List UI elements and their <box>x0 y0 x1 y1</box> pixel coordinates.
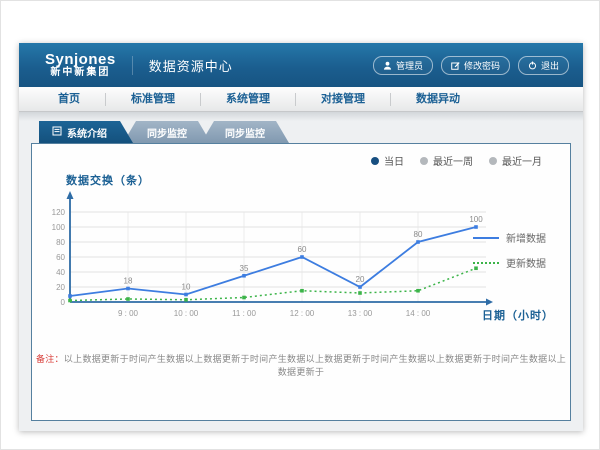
svg-text:20: 20 <box>356 275 365 284</box>
radio-unselected-icon <box>489 157 497 165</box>
svg-text:80: 80 <box>414 230 423 239</box>
legend-item-updated-data[interactable]: 更新数据 <box>473 255 546 270</box>
svg-text:100: 100 <box>52 223 66 232</box>
svg-text:11 : 00: 11 : 00 <box>232 309 256 318</box>
tab-sync-monitor-2[interactable]: 同步监控 <box>201 121 289 143</box>
dotted-line-icon <box>473 262 499 264</box>
legend-item-new-data[interactable]: 新增数据 <box>473 230 546 245</box>
chart-panel: 当日 最近一周 最近一月 数据交换（条） 0 20 40 60 80 100 120 9 : … <box>31 143 571 421</box>
tab-system-intro[interactable]: 系统介绍 <box>39 121 133 143</box>
radio-selected-icon <box>371 157 379 165</box>
logo: Synjones 新中新集团 <box>45 52 116 78</box>
admin-user-label: 管理员 <box>396 59 423 72</box>
admin-user-button[interactable]: 管理员 <box>373 56 433 75</box>
filter-label: 最近一月 <box>502 153 542 168</box>
logo-brand-text: Synjones <box>45 52 116 68</box>
svg-text:100: 100 <box>469 215 483 224</box>
edit-icon <box>451 61 460 70</box>
svg-text:60: 60 <box>298 245 307 254</box>
svg-text:120: 120 <box>52 208 66 217</box>
document-icon <box>52 126 62 139</box>
period-filter-group: 当日 最近一周 最近一月 <box>371 153 542 168</box>
svg-text:20: 20 <box>56 283 65 292</box>
tab-sync-monitor-1[interactable]: 同步监控 <box>123 121 211 143</box>
change-password-button[interactable]: 修改密码 <box>441 56 510 75</box>
x-axis-title: 日期（小时） <box>482 307 554 323</box>
nav-item-interface-mgmt[interactable]: 对接管理 <box>295 93 390 106</box>
svg-text:60: 60 <box>56 253 65 262</box>
legend-label: 新增数据 <box>506 230 546 245</box>
nav-item-home[interactable]: 首页 <box>33 93 105 106</box>
filter-label: 最近一周 <box>433 153 473 168</box>
svg-text:13 : 00: 13 : 00 <box>348 309 373 318</box>
svg-text:40: 40 <box>56 268 65 277</box>
app-window: Synjones 新中新集团 数据资源中心 管理员 修改密码 退出 <box>19 43 583 431</box>
tab-label: 系统介绍 <box>67 125 107 140</box>
radio-unselected-icon <box>420 157 428 165</box>
app-header: Synjones 新中新集团 数据资源中心 管理员 修改密码 退出 <box>19 43 583 87</box>
logout-label: 退出 <box>541 59 559 72</box>
svg-text:10: 10 <box>182 283 191 292</box>
page-title: 数据资源中心 <box>132 56 233 75</box>
filter-today[interactable]: 当日 <box>371 153 404 168</box>
change-password-label: 修改密码 <box>464 59 500 72</box>
tab-bar: 系统介绍 同步监控 同步监控 <box>39 121 289 143</box>
filter-last-month[interactable]: 最近一月 <box>489 153 542 168</box>
nav-item-system-mgmt[interactable]: 系统管理 <box>200 93 295 106</box>
svg-text:35: 35 <box>240 264 249 273</box>
user-icon <box>383 61 392 70</box>
solid-line-icon <box>473 237 499 239</box>
footnote-text: 以上数据更新于时间产生数据以上数据更新于时间产生数据以上数据更新于时间产生数据以… <box>64 354 566 377</box>
footnote: 备注：以上数据更新于时间产生数据以上数据更新于时间产生数据以上数据更新于时间产生… <box>32 352 570 378</box>
nav-item-data-change[interactable]: 数据异动 <box>390 93 485 106</box>
tab-label: 同步监控 <box>225 125 265 140</box>
filter-label: 当日 <box>384 153 404 168</box>
svg-text:18: 18 <box>124 277 133 286</box>
content-area: 系统介绍 同步监控 同步监控 当日 最近一周 <box>19 112 583 431</box>
y-axis-title: 数据交换（条） <box>66 172 150 188</box>
tab-label: 同步监控 <box>147 125 187 140</box>
logout-button[interactable]: 退出 <box>518 56 569 75</box>
chart-legend: 新增数据 更新数据 <box>473 230 546 270</box>
nav-item-standard-mgmt[interactable]: 标准管理 <box>105 93 200 106</box>
svg-text:80: 80 <box>56 238 65 247</box>
svg-text:10 : 00: 10 : 00 <box>174 309 199 318</box>
svg-text:9 : 00: 9 : 00 <box>118 309 139 318</box>
main-nav: 首页 标准管理 系统管理 对接管理 数据异动 <box>19 87 583 112</box>
filter-last-week[interactable]: 最近一周 <box>420 153 473 168</box>
header-actions: 管理员 修改密码 退出 <box>373 56 569 75</box>
svg-text:14 : 00: 14 : 00 <box>406 309 431 318</box>
footnote-prefix: 备注： <box>36 354 64 364</box>
svg-text:0: 0 <box>61 298 66 307</box>
logo-company-text: 新中新集团 <box>45 68 116 79</box>
svg-text:12 : 00: 12 : 00 <box>290 309 315 318</box>
power-icon <box>528 61 537 70</box>
legend-label: 更新数据 <box>506 255 546 270</box>
page-background: { "app": { "header": { "logo_line1": "Sy… <box>0 0 600 450</box>
